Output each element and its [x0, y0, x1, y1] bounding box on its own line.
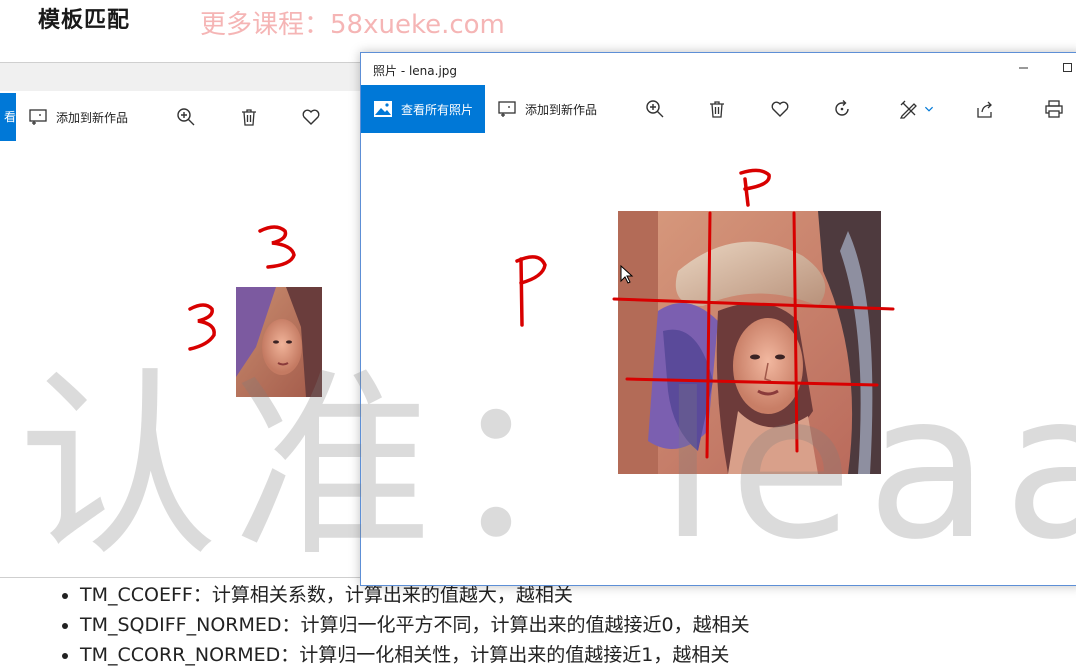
zoom-icon — [646, 100, 664, 118]
back-window-toolbar: 看 添加到新作品 — [0, 93, 372, 141]
edit-create-button[interactable] — [899, 85, 935, 133]
p-annotation-strokes — [515, 168, 895, 459]
back-add-to-creation-label: 添加到新作品 — [56, 110, 129, 125]
delete-button[interactable] — [707, 85, 727, 133]
photos-toolbar: 查看所有照片 添加到新作品 — [361, 85, 1076, 133]
rotate-button[interactable] — [832, 85, 852, 133]
window-titlebar: 照片 - lena.jpg — [361, 53, 1076, 85]
maximize-button[interactable] — [1053, 57, 1076, 81]
print-button[interactable] — [1044, 85, 1064, 133]
back-photos-window: 看 添加到新作品 — [0, 62, 373, 578]
back-image-canvas — [0, 141, 372, 577]
back-add-to-creation-button[interactable]: 添加到新作品 — [28, 93, 128, 141]
window-title: 照片 - lena.jpg — [373, 64, 458, 78]
small-annotation-strokes — [188, 225, 296, 351]
share-button[interactable] — [975, 85, 995, 133]
add-creation-icon — [498, 101, 516, 117]
photos-window: 照片 - lena.jpg 查看所有照片 添加到新作品 — [360, 52, 1076, 586]
picture-icon — [374, 101, 392, 117]
minimize-icon — [1019, 67, 1028, 69]
view-all-photos-label: 查看所有照片 — [401, 102, 474, 117]
back-delete-button[interactable] — [239, 93, 259, 141]
heart-icon — [771, 101, 789, 117]
add-creation-icon — [29, 109, 47, 125]
list-item: TM_CCORR_NORMED：计算归一化相关性，计算出来的值越接近1，越相关 — [80, 640, 750, 670]
favorite-button[interactable] — [770, 85, 790, 133]
add-to-creation-label: 添加到新作品 — [525, 102, 598, 117]
back-zoom-button[interactable] — [176, 93, 196, 141]
delete-icon — [710, 101, 724, 118]
back-favorite-button[interactable] — [301, 93, 321, 141]
share-icon — [977, 101, 992, 118]
list-item: TM_SQDIFF_NORMED：计算归一化平方不同，计算出来的值越接近0，越相… — [80, 610, 750, 640]
rotate-icon — [835, 100, 849, 116]
heart-icon — [302, 109, 320, 125]
minimize-button[interactable] — [1009, 57, 1039, 81]
maximize-icon — [1063, 63, 1072, 72]
back-view-all-label: 看 — [3, 110, 16, 124]
site-watermark: 更多课程：58xueke.com — [200, 10, 505, 40]
mouse-cursor-icon — [620, 265, 634, 284]
back-window-titlebar — [0, 63, 372, 91]
zoom-button[interactable] — [645, 85, 665, 133]
description-list: TM_CCOEFF：计算相关系数，计算出来的值越大，越相关 TM_SQDIFF_… — [58, 580, 750, 670]
add-to-creation-button[interactable]: 添加到新作品 — [497, 85, 597, 133]
zoom-icon — [177, 108, 195, 126]
delete-icon — [242, 109, 256, 126]
image-canvas — [361, 133, 1076, 585]
view-all-photos-button[interactable]: 查看所有照片 — [361, 85, 485, 133]
edit-icon — [899, 100, 917, 119]
chevron-down-icon — [924, 106, 934, 112]
print-icon — [1045, 100, 1063, 118]
page-heading: 模板匹配 — [38, 8, 131, 33]
back-view-all-button[interactable]: 看 — [0, 93, 16, 141]
